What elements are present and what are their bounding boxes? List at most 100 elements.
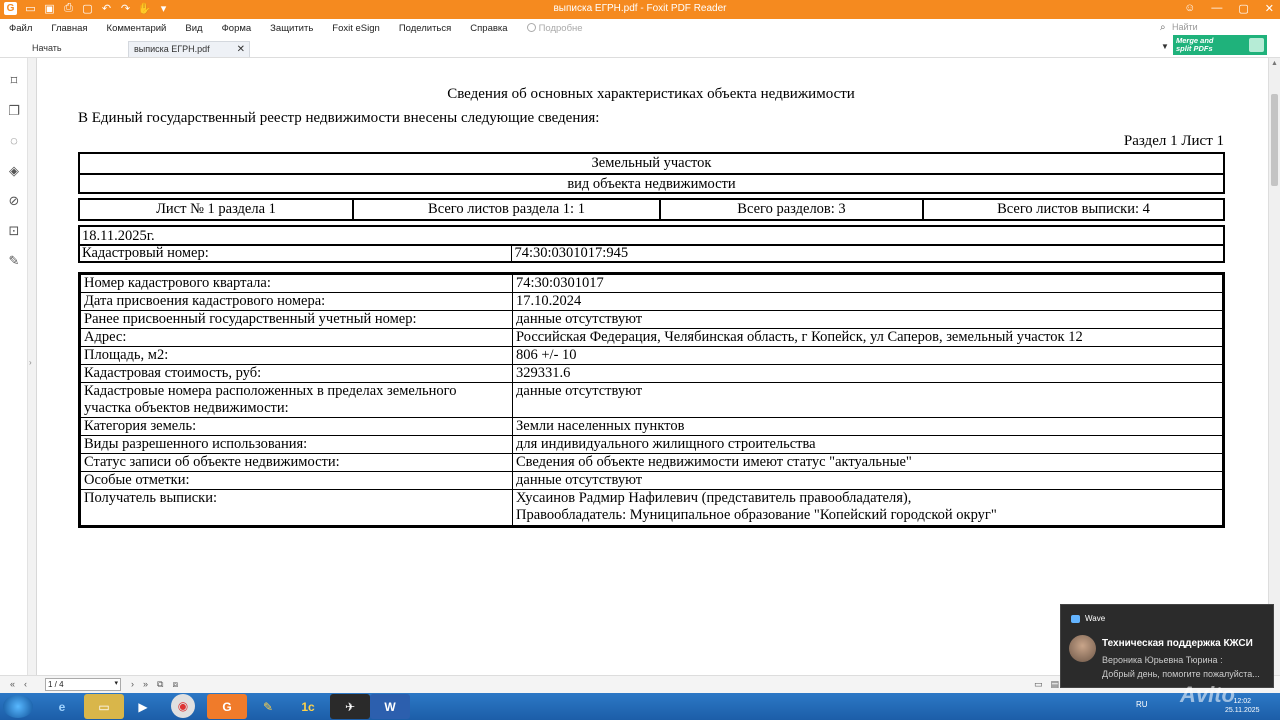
menu-view[interactable]: Вид: [185, 23, 202, 34]
row-value: Российская Федерация, Челябинская област…: [512, 328, 1223, 347]
page-dropdown-icon[interactable]: ▾: [114, 679, 118, 687]
prev-page-icon[interactable]: ‹: [24, 679, 27, 689]
row-value: 74:30:0301017: [512, 274, 1223, 293]
menu-esign[interactable]: Foxit eSign: [332, 23, 380, 34]
chat-notification[interactable]: Wave Техническая поддержка КЖСИ Вероника…: [1060, 604, 1274, 688]
1c-icon[interactable]: 1c: [288, 694, 328, 719]
search-icon: ⌕: [1160, 22, 1166, 33]
sections-total: Всего разделов: 3: [659, 200, 922, 219]
scroll-up-icon[interactable]: ▲: [1271, 60, 1278, 67]
menu-home[interactable]: Главная: [51, 23, 87, 34]
value-line1: Хусаинов Радмир Нафилевич (представитель…: [516, 490, 912, 506]
single-page-icon[interactable]: ▭: [1034, 679, 1043, 690]
avito-watermark: Avito: [1180, 682, 1235, 707]
row-label: Категория земель:: [80, 417, 513, 436]
last-page-icon[interactable]: »: [143, 679, 148, 690]
tell-me-box[interactable]: Подробне: [526, 23, 602, 34]
media-player-icon[interactable]: ▶: [123, 694, 163, 719]
notes-icon[interactable]: ✎: [248, 694, 288, 719]
row-label: Площадь, м2:: [80, 346, 513, 365]
pages-icon[interactable]: ❐: [7, 104, 21, 118]
tab-label: Начать: [32, 43, 62, 53]
merge-split-promo[interactable]: Merge and split PDFs: [1173, 35, 1267, 55]
table-row: Кадастровые номера расположенных в преде…: [80, 382, 1223, 418]
cadastral-table: Кадастровый номер: 74:30:0301017:945: [79, 245, 1222, 262]
scroll-thumb[interactable]: [1271, 94, 1278, 186]
page-indicator: 1 / 4: [48, 680, 64, 689]
language-indicator[interactable]: RU: [1136, 700, 1148, 709]
minimize-button[interactable]: —: [1211, 2, 1222, 15]
row-label: Адрес:: [80, 328, 513, 347]
row-label: Виды разрешенного использования:: [80, 435, 513, 454]
ie-icon[interactable]: e: [42, 694, 82, 719]
table-row: Площадь, м2: 806 +/- 10: [80, 346, 1223, 365]
word-icon[interactable]: W: [370, 694, 410, 719]
wave-icon: [1071, 614, 1080, 623]
continuous-page-icon[interactable]: ▤: [1051, 679, 1060, 690]
file-explorer-icon[interactable]: ▭: [84, 694, 124, 719]
row-value: 806 +/- 10: [512, 346, 1223, 365]
navigation-panel: ⌑ ❐ ◌ ◈ ⊘ ⊡ ✎: [0, 58, 28, 675]
tab-document[interactable]: выписка ЕГРН.pdf ✕: [128, 41, 250, 57]
wave-messenger-icon[interactable]: ✈: [330, 694, 370, 719]
notification-app-name: Wave: [1085, 614, 1106, 623]
table-row: Ранее присвоенный государственный учетны…: [80, 310, 1223, 329]
menu-share[interactable]: Поделиться: [399, 23, 451, 34]
table-row: Кадастровая стоимость, руб: 329331.6: [80, 364, 1223, 383]
attachment-icon[interactable]: ⊘: [7, 194, 21, 208]
row-value: данные отсутствуют: [512, 382, 1223, 418]
layers-icon[interactable]: ◈: [7, 164, 21, 178]
row-label: Кадастровая стоимость, руб:: [80, 364, 513, 383]
menu-form[interactable]: Форма: [222, 23, 252, 34]
table-row: Номер кадастрового квартала: 74:30:030101…: [80, 274, 1223, 293]
chrome-icon[interactable]: ◉: [171, 694, 195, 718]
collapse-ribbon-icon[interactable]: ▼: [1161, 42, 1169, 51]
close-tab-icon[interactable]: ✕: [237, 44, 245, 55]
panel-splitter[interactable]: ›: [28, 58, 37, 675]
first-page-icon[interactable]: «: [10, 679, 15, 689]
table-row: Адрес: Российская Федерация, Челябинская …: [80, 328, 1223, 347]
foxit-taskbar-icon[interactable]: G: [207, 694, 247, 719]
menu-comment[interactable]: Комментарий: [107, 23, 167, 34]
windows-taskbar: e ▭ ▶ ◉ G ✎ 1c ✈ W RU 12:02 25.11.2025: [0, 693, 1280, 720]
row-value: Земли населенных пунктов: [512, 417, 1223, 436]
vertical-scrollbar[interactable]: ▲: [1268, 58, 1280, 675]
document-title: Сведения об основных характеристиках объ…: [447, 86, 855, 102]
expand-arrow-icon[interactable]: ›: [29, 358, 32, 367]
object-type-box: Земельный участок вид объекта недвижимос…: [78, 152, 1225, 194]
page-number-input[interactable]: 1 / 4 ▾: [45, 678, 121, 691]
start-button[interactable]: [3, 695, 33, 718]
menu-protect[interactable]: Защитить: [270, 23, 313, 34]
row-label: Особые отметки:: [80, 471, 513, 490]
label-line2: участка объектов недвижимости:: [84, 400, 289, 416]
tell-me-text: Подробне: [538, 23, 583, 34]
document-tabs: Начать выписка ЕГРН.pdf ✕: [0, 38, 1280, 58]
next-page-icon[interactable]: ›: [131, 679, 134, 690]
document-intro: В Единый государственный реестр недвижим…: [78, 110, 600, 126]
menu-file[interactable]: Файл: [9, 23, 32, 34]
title-bar: G ▭ ▣ ⎙ ▢ ↶ ↷ ✋ ▾ выписка ЕГРН.pdf - Fox…: [0, 0, 1280, 19]
fit-page-icon[interactable]: ⧈: [172, 679, 178, 690]
table-row: Категория земель: Земли населенных пункто…: [80, 417, 1223, 436]
table-row: Особые отметки: данные отсутствуют: [80, 471, 1223, 490]
bookmark-icon[interactable]: ⌑: [7, 74, 21, 88]
search-input[interactable]: Найти: [1172, 22, 1252, 35]
security-icon[interactable]: ⊡: [7, 224, 21, 238]
row-label: Статус записи об объекте недвижимости:: [80, 453, 513, 472]
copy-view-icon[interactable]: ⧉: [157, 679, 163, 690]
maximize-button[interactable]: ▢: [1238, 2, 1248, 15]
menu-help[interactable]: Справка: [470, 23, 507, 34]
tab-start[interactable]: Начать: [28, 41, 126, 57]
tab-label: выписка ЕГРН.pdf: [134, 44, 210, 54]
window-title: выписка ЕГРН.pdf - Foxit PDF Reader: [553, 3, 727, 14]
row-value: данные отсутствуют: [512, 310, 1223, 329]
value-line2: Правообладатель: Муниципальное образован…: [516, 507, 997, 523]
comments-icon[interactable]: ◌: [7, 134, 21, 148]
notification-app: Wave: [1071, 614, 1105, 623]
signature-icon[interactable]: ✎: [7, 254, 21, 268]
window-controls: ☺ — ▢ ✕: [1184, 2, 1274, 15]
close-button[interactable]: ✕: [1265, 2, 1274, 15]
notification-message: Добрый день, помогите пожалуйста...: [1102, 669, 1260, 679]
account-icon[interactable]: ☺: [1184, 2, 1195, 15]
row-label: Получатель выписки:: [80, 489, 513, 526]
